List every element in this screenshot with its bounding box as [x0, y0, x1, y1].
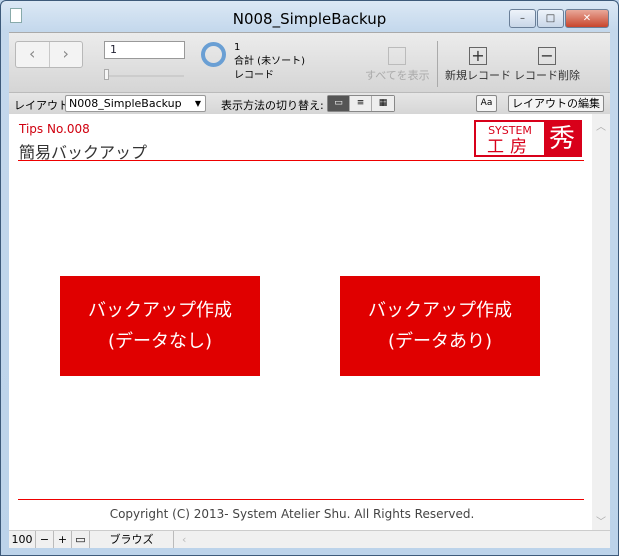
prev-record-button[interactable]: ‹	[16, 42, 50, 67]
button-sublabel: (データあり)	[387, 331, 493, 352]
mode-label[interactable]: ブラウズ	[90, 531, 174, 548]
minimize-button[interactable]: –	[509, 9, 536, 28]
close-button[interactable]: ✕	[565, 9, 609, 28]
new-record-button[interactable]: + 新規レコード	[445, 47, 511, 83]
toolbar-separator	[437, 41, 438, 87]
copyright: Copyright (C) 2013- System Atelier Shu. …	[109, 507, 475, 521]
header-divider	[18, 160, 584, 161]
logo-system: SYSTEM	[488, 124, 532, 137]
record-slider-thumb[interactable]	[104, 69, 109, 80]
logo-kobo: 工房	[487, 137, 533, 157]
table-view-icon[interactable]: ▦	[372, 96, 394, 111]
next-record-button[interactable]: ›	[50, 42, 83, 67]
record-slider-track[interactable]	[104, 75, 184, 77]
zoom-out-icon[interactable]: −	[36, 531, 54, 548]
backup-with-data-button[interactable]: バックアップ作成 (データあり)	[340, 276, 540, 376]
sort-status: 合計 (未ソート)	[234, 56, 305, 67]
layout-select-value: N008_SimpleBackup	[69, 97, 182, 110]
show-all-label: すべてを表示	[365, 69, 430, 82]
logo-shu: 秀	[544, 122, 580, 155]
layout-content: Tips No.008 簡易バックアップ SYSTEM 工房 秀 バックアップ作成…	[9, 114, 592, 530]
tips-number: Tips No.008	[19, 122, 90, 136]
show-all-icon	[388, 47, 407, 65]
zoom-level[interactable]: 100	[9, 531, 36, 548]
backup-no-data-button[interactable]: バックアップ作成 (データなし)	[60, 276, 260, 376]
view-switch: ▭ ≡ ▦	[327, 95, 395, 112]
record-navigation: ‹ ›	[15, 41, 83, 68]
list-view-icon[interactable]: ≡	[350, 96, 372, 111]
chevron-down-icon: ▼	[194, 99, 201, 108]
record-count: 1	[234, 42, 241, 53]
button-sublabel: (データなし)	[107, 331, 213, 352]
maximize-button[interactable]: □	[537, 9, 564, 28]
scroll-down-icon[interactable]: ﹀	[592, 513, 610, 528]
plus-icon: +	[469, 47, 487, 65]
footer-divider	[18, 499, 584, 500]
toolbar: ‹ › 1 1 合計 (未ソート) レコード すべてを表示 + 新規レコード −…	[9, 32, 610, 92]
toolbar-toggle-icon[interactable]: ▭	[72, 531, 90, 548]
layout-select[interactable]: N008_SimpleBackup ▼	[65, 95, 206, 112]
layout-bar: レイアウト: N008_SimpleBackup ▼ 表示方法の切り替え: ▭ ≡…	[9, 92, 610, 114]
minus-icon: −	[538, 47, 556, 65]
zoom-in-icon[interactable]: +	[54, 531, 72, 548]
records-label: レコード	[234, 70, 274, 81]
scroll-up-icon[interactable]: ︿	[592, 118, 610, 133]
record-pie-icon	[201, 42, 226, 67]
formatting-bar-button[interactable]: Aa	[476, 95, 497, 112]
button-label: バックアップ作成	[368, 300, 512, 321]
system-kobo-logo: SYSTEM 工房 秀	[474, 120, 582, 157]
title-bar: N008_SimpleBackup – □ ✕	[0, 0, 619, 32]
edit-layout-button[interactable]: レイアウトの編集	[508, 95, 604, 112]
view-switch-label: 表示方法の切り替え:	[221, 99, 324, 112]
new-record-label: 新規レコード	[445, 69, 511, 82]
record-info: 1 合計 (未ソート) レコード	[234, 41, 305, 83]
horizontal-scrollbar[interactable]: ‹	[174, 531, 610, 548]
record-number-input[interactable]: 1	[104, 41, 185, 59]
show-all-button[interactable]: すべてを表示	[365, 47, 430, 83]
status-bar: 100 − + ▭ ブラウズ ‹	[9, 530, 610, 548]
delete-record-button[interactable]: − レコード削除	[514, 47, 580, 83]
delete-record-label: レコード削除	[514, 69, 580, 82]
form-view-icon[interactable]: ▭	[328, 96, 350, 111]
button-label: バックアップ作成	[88, 300, 232, 321]
layout-label: レイアウト:	[14, 99, 73, 112]
vertical-scrollbar[interactable]: ︿ ﹀	[592, 114, 610, 530]
